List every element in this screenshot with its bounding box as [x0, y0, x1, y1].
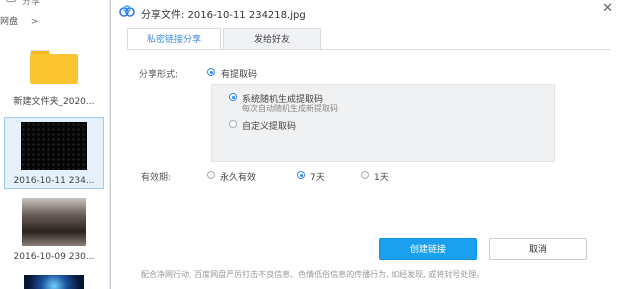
- tab-divider: [127, 49, 611, 50]
- file-name: 2016-10-09 230...: [13, 252, 95, 262]
- breadcrumb-root[interactable]: 网盘: [0, 17, 18, 27]
- share-icon: [6, 0, 16, 2]
- random-code-radio[interactable]: [229, 93, 237, 101]
- close-icon[interactable]: ✕: [602, 2, 613, 15]
- file-item-image[interactable]: 2016-10-09 230...: [4, 198, 104, 262]
- file-item-image-selected[interactable]: 2016-10-11 234...: [4, 117, 104, 189]
- custom-code-label: 自定义提取码: [242, 122, 297, 132]
- image-thumbnail: [24, 275, 84, 289]
- custom-code-radio[interactable]: [229, 120, 237, 128]
- validity-forever-label: 永久有效: [220, 173, 257, 183]
- validity-7days-radio[interactable]: [297, 171, 305, 179]
- image-thumbnail: [21, 122, 87, 170]
- validity-1day-radio[interactable]: [361, 171, 369, 179]
- share-toolbar-button[interactable]: 分享: [0, 0, 110, 7]
- tab-private-link[interactable]: 私密链接分享: [127, 28, 221, 50]
- validity-label: 有效期:: [141, 173, 172, 183]
- share-dialog: 分享文件: 2016-10-11 234218.jpg ✕ 私密链接分享 发给好…: [110, 0, 620, 289]
- validity-1day-label: 1天: [374, 173, 389, 183]
- share-form-label: 分享形式:: [139, 70, 179, 80]
- validity-7days-label: 7天: [310, 173, 325, 183]
- tab-send-friends[interactable]: 发给好友: [223, 28, 321, 50]
- with-code-label: 有提取码: [221, 70, 258, 80]
- file-item-folder[interactable]: 新建文件夹_2020...: [4, 50, 104, 107]
- baidu-cloud-logo-icon: [119, 5, 135, 17]
- file-name: 2016-10-11 234...: [13, 176, 95, 186]
- cancel-button[interactable]: 取消: [489, 238, 587, 260]
- validity-forever-radio[interactable]: [207, 171, 215, 179]
- image-thumbnail: [22, 198, 86, 246]
- dialog-title: 分享文件: 2016-10-11 234218.jpg: [141, 10, 306, 21]
- file-panel: 分享 网盘 > 新建文件夹_2020... 2016-10-11 234... …: [0, 0, 110, 289]
- file-item-image[interactable]: [4, 275, 104, 289]
- dialog-titlebar: 分享文件: 2016-10-11 234218.jpg ✕: [111, 0, 620, 24]
- with-code-radio[interactable]: [207, 68, 215, 76]
- breadcrumb-separator: >: [30, 17, 39, 27]
- file-name: 新建文件夹_2020...: [13, 97, 95, 107]
- folder-icon: [30, 50, 78, 84]
- breadcrumb: 网盘 >: [0, 14, 38, 27]
- create-link-button[interactable]: 创建链接: [379, 238, 477, 260]
- share-label: 分享: [22, 0, 41, 7]
- policy-notice: 配合净网行动, 百度网盘严厉打击不良信息、色情低俗信息的传播行为, 如经发现, …: [141, 270, 485, 279]
- random-code-hint: 每次自动随机生成新提取码: [242, 104, 338, 113]
